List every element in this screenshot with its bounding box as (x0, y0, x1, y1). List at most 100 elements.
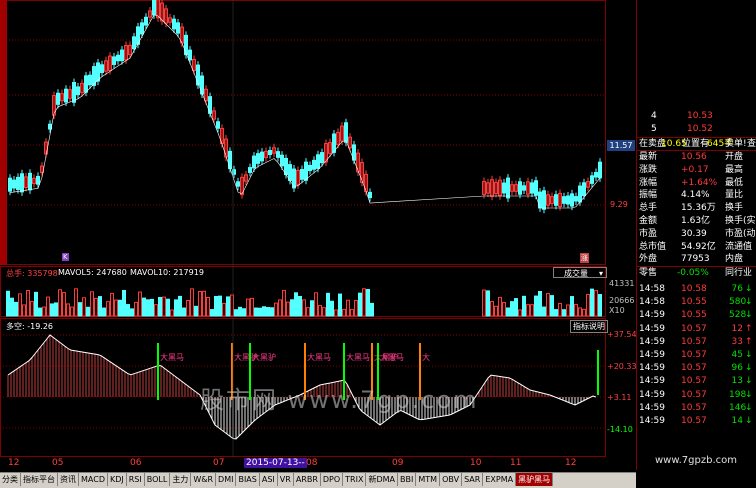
trade-header-e: 卖单! (725, 139, 747, 149)
volume-bar (306, 307, 310, 317)
tab-indicator[interactable]: BOLL (145, 473, 171, 486)
volume-bar (526, 304, 530, 317)
tab-indicator[interactable]: BIAS (236, 473, 260, 486)
volume-axis-mid: 20666 (609, 296, 635, 305)
volume-bar (546, 293, 550, 317)
quote-label: 总市值 (639, 241, 667, 252)
volume-bar (226, 296, 230, 317)
quote-label: 金额 (639, 216, 658, 226)
tab-indicator[interactable]: 资讯 (58, 473, 79, 486)
tab-indicator[interactable]: OBV (440, 473, 463, 486)
price-candle (518, 181, 522, 195)
price-candle (574, 196, 578, 202)
quote-row: 总市值 54.92亿 流通值 (637, 241, 756, 253)
tab-indicator[interactable]: EXPMA (483, 473, 517, 486)
tab-indicator[interactable]: 黑驴黑马 (516, 473, 554, 486)
price-candle (308, 164, 312, 172)
volume-bar (522, 295, 526, 317)
price-candle (256, 153, 260, 164)
tab-indicator[interactable]: W&R (191, 473, 217, 486)
volume-bar (298, 295, 302, 317)
volume-bar (518, 309, 522, 317)
price-candle (56, 92, 60, 105)
volume-bar (578, 307, 582, 317)
volume-dropdown[interactable]: 成交量 ▾ (553, 267, 607, 278)
date-axis: 12 05 06 07 2015-07-13-- 08 09 10 11 12 (0, 458, 636, 470)
tab-indicator[interactable]: BBI (398, 473, 417, 486)
tab-indicator[interactable]: KDJ (108, 473, 127, 486)
volume-bar (18, 293, 22, 317)
volume-bar (202, 290, 206, 317)
price-candle (316, 154, 320, 169)
price-candle (320, 152, 324, 164)
arrow-up-icon: ↑ (745, 323, 753, 334)
price-candle (188, 49, 192, 61)
tick-time: 14:59 (639, 376, 665, 387)
quote-label: 外盘 (639, 254, 658, 265)
tick-time: 14:58 (639, 297, 665, 308)
volume-bar (310, 300, 314, 317)
date-label: 09 (392, 458, 404, 468)
volume-bar (166, 298, 170, 317)
tab-indicator[interactable]: MTM (416, 473, 441, 486)
volume-bar (318, 305, 322, 317)
tick-price: 10.57 (681, 363, 707, 374)
tab-indicator[interactable]: TRIX (343, 473, 367, 486)
tab-indicator[interactable]: MACD (79, 473, 108, 486)
tab-indicator[interactable]: VR (278, 473, 294, 486)
tick-time: 14:59 (639, 350, 665, 360)
price-candle (304, 161, 308, 181)
price-candle (368, 191, 372, 199)
volume-bar (58, 289, 62, 317)
tab-indicator[interactable]: DPO (321, 473, 344, 486)
tick-header-right[interactable]: 同行业 (725, 267, 752, 279)
tab-indicator[interactable]: 主力 (170, 473, 192, 486)
volume-bar (66, 303, 70, 317)
arrow-down-icon: ↓ (745, 389, 753, 400)
current-price-tag: 11.57 (607, 140, 635, 151)
price-candle (184, 34, 188, 56)
volume-bar (290, 299, 294, 317)
quote-row: 金额 1.63亿 换手(实) (637, 215, 756, 227)
price-candle (594, 172, 598, 178)
price-candle (530, 182, 534, 194)
volume-bar (14, 301, 18, 317)
price-candle (76, 86, 80, 96)
volume-bar (78, 302, 82, 317)
price-candle (196, 64, 200, 86)
tick-time: 14:59 (639, 416, 665, 426)
tab-indicator[interactable]: DMI (216, 473, 237, 486)
tab-indicator[interactable]: SAR (462, 473, 484, 486)
tick-price: 10.58 (681, 284, 707, 294)
volume-bar (498, 296, 502, 317)
volume-bar (126, 304, 130, 317)
tick-price: 10.57 (681, 416, 707, 426)
volume-bar (62, 292, 66, 317)
mavol5-label: MAVOL5: 247680 (58, 268, 127, 277)
tab-indicator[interactable]: 新DMA (366, 473, 399, 486)
indicator-help-button[interactable]: 指标说明 (570, 320, 608, 333)
price-candle (88, 74, 92, 86)
price-candle (112, 56, 116, 65)
indicator-axis-2: +3.11 (607, 393, 632, 402)
volume-bar (534, 295, 538, 317)
tab-indicator[interactable]: ASI (260, 473, 278, 486)
tick-volume: 96 (731, 363, 743, 374)
quote-row: 总手 15.36万 换手 (637, 202, 756, 214)
volume-bar (102, 307, 106, 317)
volume-bar (358, 292, 362, 317)
volume-bar (342, 308, 346, 317)
arrow-down-icon: ↓ (745, 376, 753, 387)
tick-time: 14:59 (639, 389, 665, 400)
quote-row: 最新 10.56 开盘 (637, 151, 756, 163)
trade-header[interactable]: 在卖盘 10.65 位置有 645手 卖单! 查看 (637, 137, 756, 151)
volume-bar (258, 307, 262, 317)
tab-indicator[interactable]: 指标平台 (21, 473, 58, 486)
arrow-down-icon: ↓ (745, 297, 753, 308)
date-label: 10 (470, 458, 482, 468)
tick-row: 14:59 10.57 13 ↓ (637, 375, 756, 387)
tab-indicator[interactable]: 分类 (0, 473, 21, 486)
tab-indicator[interactable]: ARBR (294, 473, 321, 486)
volume-bar (338, 293, 342, 317)
tab-indicator[interactable]: RSI (127, 473, 145, 486)
